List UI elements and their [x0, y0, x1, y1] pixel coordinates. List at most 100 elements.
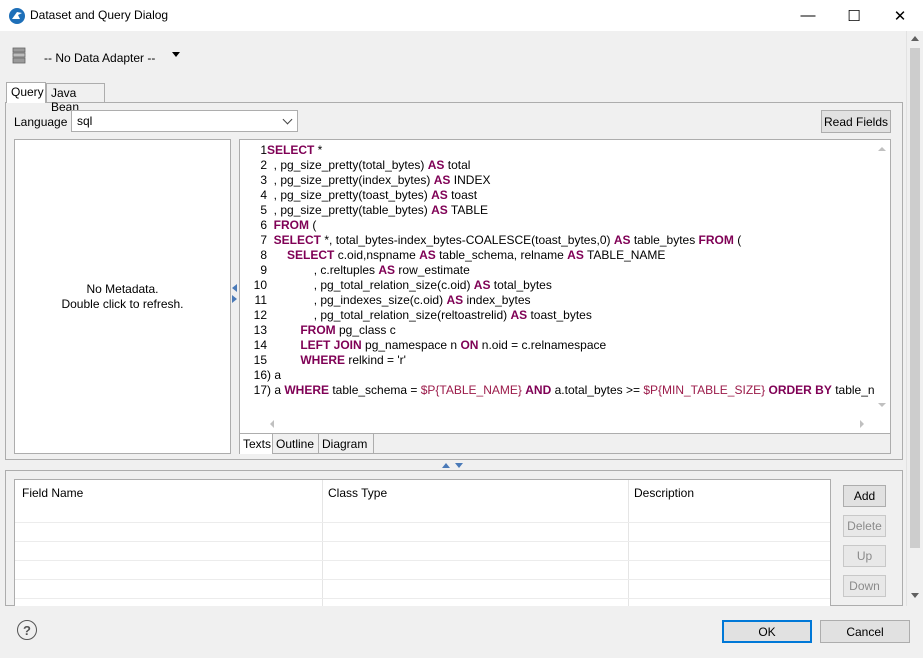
sql-text: , pg_total_relation_size(c.oid) — [313, 278, 474, 292]
scroll-up-icon[interactable] — [878, 147, 886, 151]
minimize-button[interactable]: — — [785, 0, 831, 31]
scrollbar-thumb[interactable] — [910, 48, 920, 548]
sql-keyword: AS — [419, 248, 436, 262]
code-line[interactable]: 12 , pg_total_relation_size(reltoastreli… — [241, 308, 592, 323]
cancel-button[interactable]: Cancel — [820, 620, 910, 643]
collapse-left-icon[interactable] — [232, 284, 237, 292]
sql-keyword: AS — [613, 233, 631, 247]
scroll-up-icon[interactable] — [911, 36, 919, 41]
sql-keyword: ORDER BY — [768, 383, 832, 397]
sql-text: table_bytes — [630, 233, 699, 247]
row-divider — [15, 598, 830, 599]
read-fields-button[interactable]: Read Fields — [821, 110, 891, 133]
column-divider — [322, 480, 323, 606]
code-line[interactable]: 13 FROM pg_class c — [241, 323, 396, 338]
code-line[interactable]: 15 WHERE relkind = 'r' — [241, 353, 406, 368]
maximize-button[interactable]: ☐ — [831, 0, 877, 31]
column-header-class-type[interactable]: Class Type — [328, 486, 387, 500]
code-line[interactable]: 17) a WHERE table_schema = $P{TABLE_NAME… — [241, 383, 876, 398]
close-button[interactable]: ✕ — [877, 0, 923, 31]
add-field-button[interactable]: Add — [843, 485, 886, 507]
line-number: 15 — [253, 353, 267, 367]
tab-diagram[interactable]: Diagram — [319, 434, 374, 454]
editor-vertical-scrollbar[interactable] — [874, 140, 890, 416]
code-line[interactable]: 14 LEFT JOIN pg_namespace n ON n.oid = c… — [241, 338, 607, 353]
line-number: 5 — [260, 203, 267, 217]
scroll-down-icon[interactable] — [878, 403, 886, 407]
scroll-right-icon[interactable] — [860, 420, 864, 428]
tab-outline[interactable]: Outline — [273, 434, 319, 454]
code-line[interactable]: 11 , pg_indexes_size(c.oid) AS index_byt… — [241, 293, 531, 308]
ok-button[interactable]: OK — [722, 620, 812, 643]
line-number: 16 — [253, 368, 267, 382]
window-title: Dataset and Query Dialog — [30, 8, 169, 22]
column-header-field-name[interactable]: Field Name — [22, 486, 83, 500]
sql-keyword: AS — [378, 263, 396, 277]
code-line[interactable]: 6 FROM ( — [241, 218, 316, 233]
sql-text: total_bytes — [490, 278, 552, 292]
expand-right-icon[interactable] — [232, 295, 237, 303]
sql-text: * — [314, 143, 323, 157]
sql-text: relkind = 'r' — [345, 353, 406, 367]
line-number: 17 — [253, 383, 267, 397]
language-label: Language — [14, 115, 68, 129]
code-line[interactable]: 7 SELECT *, total_bytes-index_bytes-COAL… — [241, 233, 741, 248]
editor-horizontal-scrollbar[interactable] — [240, 416, 876, 432]
code-line[interactable]: 1SELECT * — [241, 143, 322, 158]
code-line[interactable]: 5 , pg_size_pretty(table_bytes) AS TABLE — [241, 203, 488, 218]
sql-text: , pg_total_relation_size(reltoastrelid) — [313, 308, 511, 322]
sql-text: toast_bytes — [527, 308, 592, 322]
sql-text: , pg_size_pretty(table_bytes) — [273, 203, 432, 217]
delete-field-button[interactable]: Delete — [843, 515, 886, 537]
data-adapter-dropdown[interactable]: -- No Data Adapter -- — [44, 51, 155, 65]
sql-text: , pg_size_pretty(total_bytes) — [273, 158, 428, 172]
splitter-down-icon[interactable] — [455, 463, 463, 468]
sql-text: table_schema, relname — [435, 248, 568, 262]
tab-texts[interactable]: Texts — [240, 434, 273, 454]
sql-text: table_schema = — [329, 383, 421, 397]
tab-query[interactable]: Query — [6, 82, 46, 103]
metadata-panel[interactable]: No Metadata. Double click to refresh. — [14, 139, 231, 454]
code-line[interactable]: 8 SELECT c.oid,nspname AS table_schema, … — [241, 248, 665, 263]
code-line[interactable]: 10 , pg_total_relation_size(c.oid) AS to… — [241, 278, 552, 293]
sql-text: , pg_size_pretty(index_bytes) — [273, 173, 434, 187]
sql-keyword: FROM — [300, 323, 336, 337]
line-number: 9 — [260, 263, 267, 277]
fields-table[interactable]: Field Name Class Type Description — [14, 479, 831, 606]
code-line[interactable]: 2 , pg_size_pretty(total_bytes) AS total — [241, 158, 470, 173]
scroll-down-icon[interactable] — [911, 593, 919, 598]
move-up-button[interactable]: Up — [843, 545, 886, 567]
line-number: 1 — [260, 143, 267, 157]
scroll-left-icon[interactable] — [270, 420, 274, 428]
tab-java-bean[interactable]: Java Bean — [46, 83, 105, 114]
help-icon[interactable]: ? — [17, 620, 37, 640]
chevron-down-icon — [282, 114, 293, 125]
sql-text: table_name — [835, 383, 876, 397]
splitter-up-icon[interactable] — [442, 463, 450, 468]
sql-text: n.oid = c.relnamespace — [478, 338, 607, 352]
code-line[interactable]: 16) a — [241, 368, 281, 383]
code-line[interactable]: 4 , pg_size_pretty(toast_bytes) AS toast — [241, 188, 477, 203]
code-line[interactable]: 3 , pg_size_pretty(index_bytes) AS INDEX — [241, 173, 490, 188]
line-number: 4 — [260, 188, 267, 202]
query-editor[interactable]: 1SELECT * 2 , pg_size_pretty(total_bytes)… — [239, 139, 891, 454]
code-area[interactable]: 1SELECT * 2 , pg_size_pretty(total_bytes)… — [241, 141, 876, 413]
sql-text: pg_namespace n — [361, 338, 461, 352]
sql-text: , pg_size_pretty(toast_bytes) — [273, 188, 432, 202]
code-line[interactable]: 9 , c.reltuples AS row_estimate — [241, 263, 469, 278]
sql-text: TABLE — [447, 203, 489, 217]
dropdown-arrow-icon[interactable] — [172, 52, 180, 57]
move-down-button[interactable]: Down — [843, 575, 886, 597]
sql-keyword: FROM — [273, 218, 309, 232]
sql-keyword: SELECT — [273, 233, 322, 247]
dialog-vertical-scrollbar[interactable] — [906, 31, 923, 606]
minimize-icon: — — [800, 7, 816, 24]
column-header-description[interactable]: Description — [634, 486, 694, 500]
language-select[interactable]: sql — [71, 110, 298, 132]
